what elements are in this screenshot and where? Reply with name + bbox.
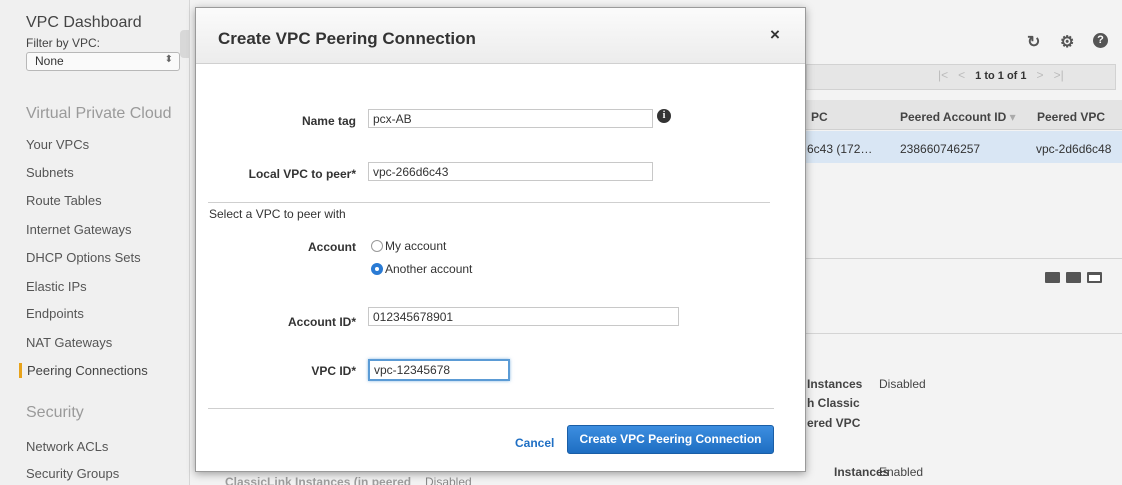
select-arrows-icon: ⬍ [164, 54, 173, 65]
first-page-icon[interactable]: |< [938, 68, 948, 82]
layout-bottom-icon[interactable] [1045, 272, 1060, 283]
info-icon[interactable]: i [657, 109, 671, 123]
table-cell: 6c43 (172… [807, 142, 873, 156]
peer-section-label: Select a VPC to peer with [209, 207, 346, 221]
name-tag-input[interactable] [368, 109, 653, 128]
next-page-icon[interactable]: > [1037, 68, 1044, 82]
column-header-peered-vpc[interactable]: Peered VPC [1037, 110, 1105, 124]
sidebar-item-network-acls[interactable]: Network ACLs [26, 439, 108, 454]
cancel-button[interactable]: Cancel [515, 436, 554, 450]
name-tag-label: Name tag [301, 114, 356, 128]
layout-top-icon[interactable] [1087, 272, 1102, 283]
account-id-label: Account ID* [287, 315, 356, 329]
section-security: Security [26, 404, 84, 421]
local-vpc-label: Local VPC to peer* [248, 167, 356, 181]
my-account-label[interactable]: My account [385, 239, 446, 253]
pager-text: 1 to 1 of 1 [975, 70, 1027, 82]
sidebar-item-dhcp-options-sets[interactable]: DHCP Options Sets [26, 250, 141, 265]
local-vpc-input[interactable] [368, 162, 653, 181]
modal-title: Create VPC Peering Connection [218, 29, 476, 48]
panel-divider [806, 333, 1122, 334]
sidebar-item-internet-gateways[interactable]: Internet Gateways [26, 222, 132, 237]
create-peering-modal: Create VPC Peering Connection × Name tag… [195, 7, 806, 472]
account-id-input[interactable] [368, 307, 679, 326]
detail-label: ered VPC [807, 416, 861, 430]
detail-value: Disabled [879, 377, 926, 391]
last-page-icon[interactable]: >| [1054, 68, 1064, 82]
detail-label: Instances [807, 377, 863, 391]
sidebar-item-security-groups[interactable]: Security Groups [26, 466, 119, 481]
sidebar-item-subnets[interactable]: Subnets [26, 165, 74, 180]
sidebar-item-nat-gateways[interactable]: NAT Gateways [26, 335, 112, 350]
prev-page-icon[interactable]: < [958, 68, 965, 82]
column-header-vpc[interactable]: PC [811, 110, 828, 124]
my-account-radio[interactable] [371, 240, 383, 252]
footer-divider [208, 408, 774, 409]
detail-label: h Classic [807, 396, 860, 410]
sidebar-item-your-vpcs[interactable]: Your VPCs [26, 137, 89, 152]
gear-icon[interactable]: ⚙ [1060, 32, 1074, 52]
sidebar-item-endpoints[interactable]: Endpoints [26, 306, 84, 321]
vpc-filter-select[interactable]: None ⬍ [26, 52, 180, 71]
account-label: Account [308, 240, 356, 254]
pager: |< < 1 to 1 of 1 > >| [938, 68, 1064, 82]
table-cell: vpc-2d6d6c48 [1036, 142, 1112, 156]
sidebar-title[interactable]: VPC Dashboard [26, 14, 142, 32]
section-virtual-private-cloud: Virtual Private Cloud [26, 105, 172, 122]
sidebar-item-route-tables[interactable]: Route Tables [26, 193, 102, 208]
create-peering-button[interactable]: Create VPC Peering Connection [567, 425, 774, 454]
vpc-id-input[interactable] [368, 359, 510, 381]
sidebar: VPC Dashboard Filter by VPC: None ⬍ Virt… [0, 0, 194, 485]
help-icon[interactable]: ? [1093, 33, 1108, 48]
detail-value: Enabled [879, 465, 924, 479]
detail-value: Disabled [425, 475, 472, 485]
close-icon[interactable]: × [770, 25, 780, 45]
another-account-label[interactable]: Another account [385, 262, 472, 276]
layout-split-icon[interactable] [1066, 272, 1081, 283]
section-divider [208, 202, 770, 203]
panel-divider [806, 258, 1122, 259]
vpc-id-label: VPC ID* [311, 364, 356, 378]
column-header-peered-account-id[interactable]: Peered Account ID ▾ [900, 110, 1016, 124]
sidebar-item-peering-connections[interactable]: Peering Connections [19, 363, 148, 378]
modal-header: Create VPC Peering Connection × [196, 8, 805, 64]
sidebar-item-elastic-ips[interactable]: Elastic IPs [26, 279, 87, 294]
another-account-radio[interactable] [371, 263, 383, 275]
detail-label: ClassicLink Instances (in peered [225, 475, 412, 485]
refresh-icon[interactable]: ↻ [1027, 32, 1040, 52]
vpc-filter-value: None [35, 54, 64, 68]
table-cell: 238660746257 [900, 142, 981, 156]
filter-label: Filter by VPC: [26, 36, 101, 50]
